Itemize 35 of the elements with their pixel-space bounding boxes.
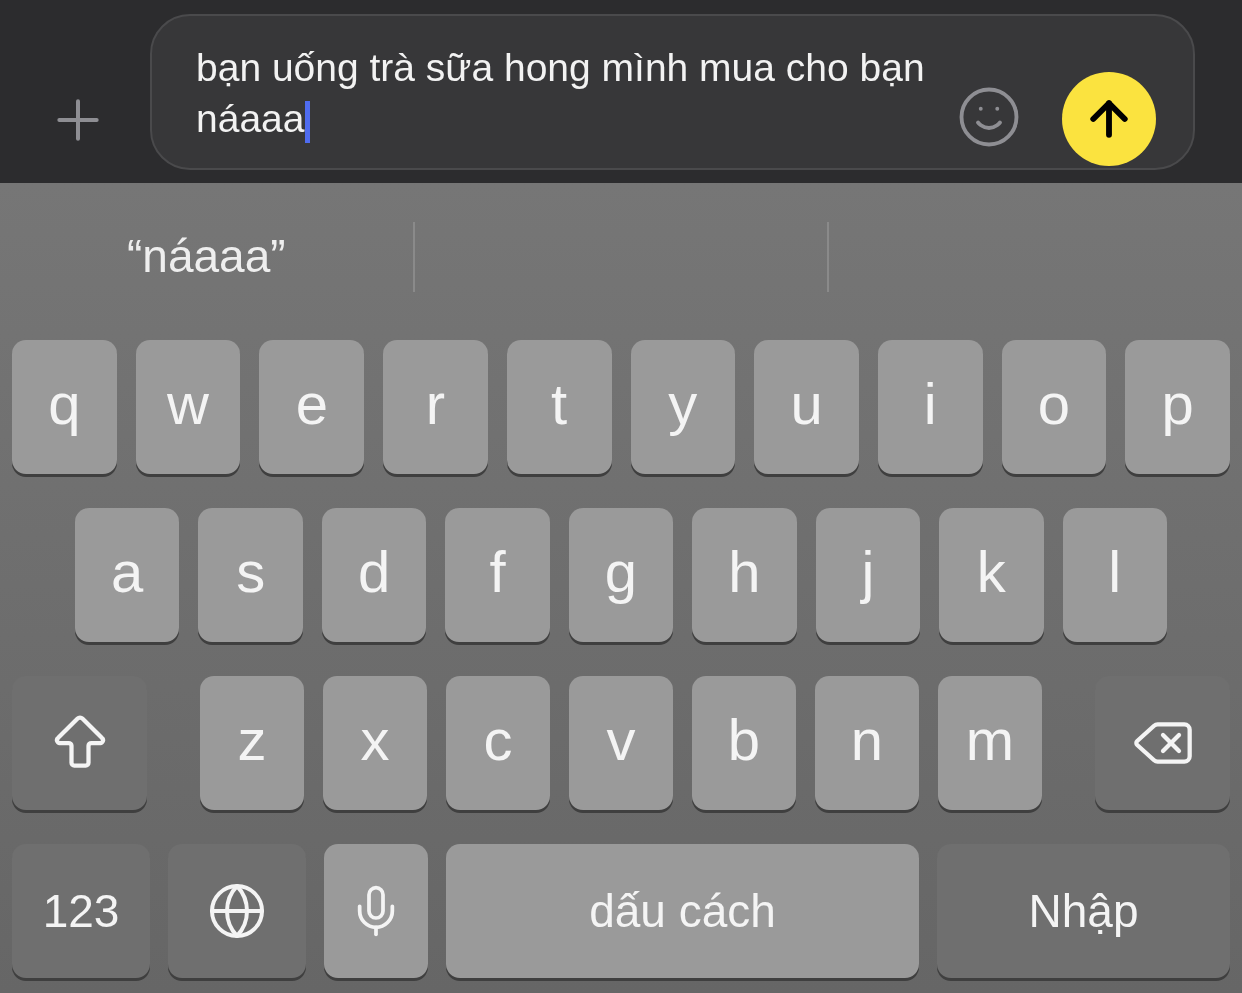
letter-key[interactable]: p xyxy=(1125,340,1231,474)
letter-key[interactable]: d xyxy=(321,508,427,642)
globe-icon xyxy=(207,881,267,941)
dictation-key[interactable] xyxy=(324,844,428,978)
letter-key[interactable]: k xyxy=(939,508,1044,642)
return-key[interactable]: Nhập xyxy=(937,844,1230,978)
letter-key[interactable]: q xyxy=(12,340,117,474)
letter-key[interactable]: z xyxy=(200,676,304,810)
globe-key[interactable] xyxy=(168,844,306,978)
letter-key[interactable]: g xyxy=(568,508,674,642)
letter-key[interactable]: a xyxy=(75,508,180,642)
letter-key[interactable]: o xyxy=(1001,340,1107,474)
letter-key[interactable]: n xyxy=(815,676,919,810)
letter-key[interactable]: y xyxy=(630,340,736,474)
letter-key[interactable]: v xyxy=(569,676,673,810)
letter-key[interactable]: j xyxy=(815,508,921,642)
suggestion-text[interactable]: “náaaa” xyxy=(127,222,286,291)
letter-key[interactable]: b xyxy=(692,676,796,810)
letter-key[interactable]: x xyxy=(323,676,427,810)
numbers-key[interactable]: 123 xyxy=(12,844,150,978)
letter-key[interactable]: e xyxy=(259,340,365,474)
letter-key[interactable]: c xyxy=(446,676,550,810)
letter-key[interactable]: h xyxy=(692,508,797,642)
letter-key[interactable]: s xyxy=(198,508,303,642)
letter-key[interactable]: u xyxy=(754,340,859,474)
message-text: bạn uống trà sữa hong mình mua cho bạn náaaa xyxy=(196,42,926,144)
letter-key[interactable]: r xyxy=(383,340,488,474)
letter-key[interactable]: w xyxy=(135,340,241,474)
message-field[interactable]: bạn uống trà sữa hong mình mua cho bạn náaaa xyxy=(150,14,1195,170)
letter-key[interactable]: f xyxy=(445,508,550,642)
space-key[interactable]: dấu cách xyxy=(446,844,919,978)
letter-key[interactable]: l xyxy=(1062,508,1167,642)
letter-key[interactable]: i xyxy=(877,340,983,474)
letter-key[interactable]: t xyxy=(506,340,612,474)
letter-key[interactable]: m xyxy=(938,676,1042,810)
